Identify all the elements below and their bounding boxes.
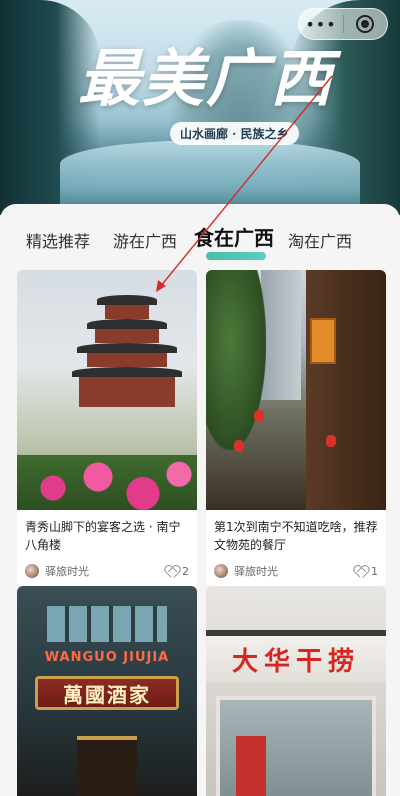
target-icon (356, 15, 375, 33)
restaurant-sign-top: WANGUO JIUJIA (44, 650, 170, 665)
tab-food[interactable]: 食在广西 (194, 222, 274, 251)
avatar (214, 564, 228, 578)
article-card[interactable]: 第1次到南宁不知道吃啥，推荐文物苑的餐厅 驿旅时光 1 (206, 270, 386, 586)
lantern-icon (254, 410, 264, 422)
active-tab-indicator (206, 252, 266, 260)
tab-shopping[interactable]: 淘在广西 (288, 228, 352, 252)
article-card[interactable]: WANGUO JIUJIA 萬國酒家 (17, 586, 197, 796)
article-title: 青秀山脚下的宴客之选 · 南宁八角楼 (25, 520, 181, 552)
article-meta: 驿旅时光 2 (25, 562, 189, 580)
article-card[interactable]: 青秀山脚下的宴客之选 · 南宁八角楼 驿旅时光 2 (17, 270, 197, 586)
author-name: 驿旅时光 (234, 565, 278, 578)
close-button[interactable] (344, 15, 387, 33)
article-meta: 驿旅时光 1 (214, 562, 378, 580)
lantern-icon (234, 440, 244, 452)
author-name: 驿旅时光 (45, 565, 89, 578)
pagoda-illustration (72, 295, 182, 407)
tab-travel[interactable]: 游在广西 (113, 228, 177, 252)
building-illustration (261, 270, 301, 400)
red-cabinet-illustration (236, 736, 266, 796)
tab-featured[interactable]: 精选推荐 (26, 228, 90, 252)
tree-illustration (206, 270, 266, 450)
restaurant-sign: 大华干捞 (206, 630, 386, 682)
article-image: 大华干捞 (206, 586, 386, 796)
avatar (25, 564, 39, 578)
lantern-icon (326, 435, 336, 447)
signboard-illustration (310, 318, 336, 364)
restaurant-sign: 萬國酒家 (35, 676, 179, 710)
flower-bushes (17, 455, 197, 510)
window-illustration (47, 606, 167, 642)
category-tabs: 精选推荐 游在广西 食在广西 淘在广西 (0, 222, 400, 262)
more-menu-button[interactable]: ••• (299, 15, 343, 34)
hero-banner: 最美广西 山水画廊 · 民族之乡 ••• (0, 0, 400, 215)
like-count: 2 (182, 564, 189, 578)
heart-icon[interactable] (165, 564, 179, 578)
miniprogram-capsule: ••• (298, 8, 388, 40)
article-image (17, 270, 197, 510)
hero-title: 最美广西 (78, 42, 335, 115)
article-card[interactable]: 大华干捞 (206, 586, 386, 796)
door-illustration (77, 736, 137, 796)
like-count: 1 (371, 564, 378, 578)
wooden-building-illustration (306, 270, 386, 510)
article-image (206, 270, 386, 510)
article-image: WANGUO JIUJIA 萬國酒家 (17, 586, 197, 796)
heart-icon[interactable] (354, 564, 368, 578)
article-title: 第1次到南宁不知道吃啥，推荐文物苑的餐厅 (214, 520, 378, 552)
content-panel: 精选推荐 游在广西 食在广西 淘在广西 青秀山脚下的宴客之选 · 南宁八角楼 驿… (0, 204, 400, 796)
hero-subtitle: 山水画廊 · 民族之乡 (170, 122, 299, 145)
